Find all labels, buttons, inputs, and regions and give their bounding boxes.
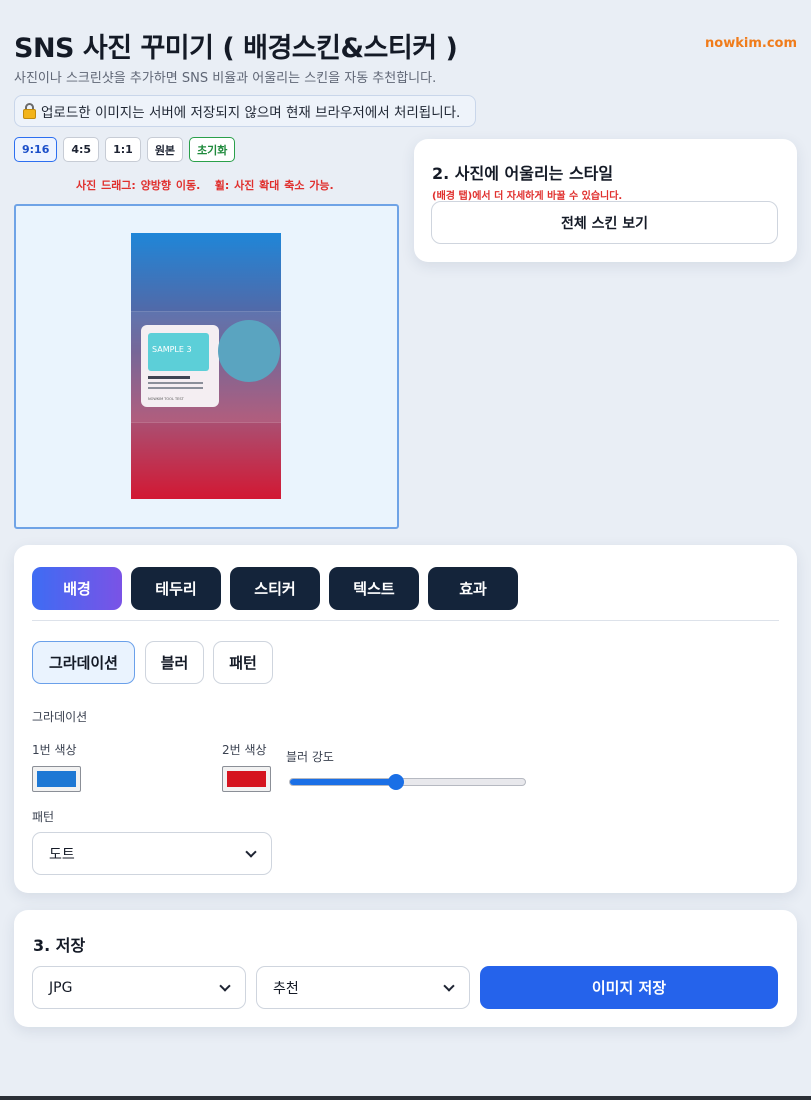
tab-background[interactable]: 배경 [32, 567, 122, 610]
ratio-button-4-5[interactable]: 4:5 [63, 137, 100, 162]
page-subtitle: 사진이나 스크린샷을 추가하면 SNS 비율과 어울리는 스킨을 자동 추천합니… [14, 71, 437, 86]
color2-label: 2번 색상 [222, 743, 267, 757]
chevron-down-icon [245, 845, 257, 858]
ratio-button-original[interactable]: 원본 [146, 137, 184, 162]
style-panel-heading: 2. 사진에 어울리는 스타일 [432, 164, 614, 183]
chevron-down-icon [443, 979, 455, 992]
ratio-button-1-1[interactable]: 1:1 [105, 137, 141, 162]
circle-sticker[interactable] [218, 320, 280, 382]
style-panel: 2. 사진에 어울리는 스타일 (배경 탭)에서 더 자세하게 바꿀 수 있습니… [414, 139, 797, 262]
bottom-divider [0, 1096, 811, 1100]
color1-picker[interactable] [32, 766, 81, 792]
tab-border[interactable]: 테두리 [131, 567, 221, 610]
save-panel: 3. 저장 JPG 추천 이미지 저장 [14, 910, 797, 1027]
size-select[interactable]: 추천 [256, 966, 470, 1009]
editor-panel: 배경 테두리 스티커 텍스트 효과 그라데이션 블러 패턴 그라데이션 1번 색… [14, 545, 797, 893]
canvas-hint: 사진 드래그: 양방향 이동. 휠: 사진 확대 축소 가능. [76, 179, 334, 192]
blur-label: 블러 강도 [286, 750, 334, 764]
tab-divider [32, 620, 779, 621]
brand-link[interactable]: nowkim.com [705, 36, 797, 51]
blur-slider-thumb[interactable] [387, 774, 404, 790]
blur-slider-track[interactable] [289, 778, 526, 786]
save-heading: 3. 저장 [33, 936, 86, 955]
pattern-select[interactable]: 도트 [32, 832, 272, 875]
blur-slider-fill [290, 779, 396, 785]
privacy-notice: 업로드한 이미지는 서버에 저장되지 않으며 현재 브라우저에서 처리됩니다. [14, 95, 476, 127]
sticker-line [148, 382, 203, 384]
tab-sticker[interactable]: 스티커 [230, 567, 320, 610]
save-image-button[interactable]: 이미지 저장 [480, 966, 778, 1009]
subtab-blur[interactable]: 블러 [145, 641, 204, 684]
pattern-label: 패턴 [32, 810, 55, 824]
sticker-line [148, 376, 190, 379]
ratio-buttons: 9:16 4:5 1:1 원본 초기화 [14, 137, 236, 162]
sticker-footer: NOWKIM TOOL TEST [148, 397, 184, 401]
sticker-line [148, 387, 203, 389]
lock-icon [23, 103, 36, 119]
size-select-value: 추천 [273, 980, 299, 997]
sticker-card[interactable]: SAMPLE 3 NOWKIM TOOL TEST [141, 325, 219, 407]
tab-effect[interactable]: 효과 [428, 567, 518, 610]
page-title: SNS 사진 꾸미기 ( 배경스킨&스티커 ) [14, 33, 458, 64]
photo-preview[interactable]: SAMPLE 3 NOWKIM TOOL TEST [131, 233, 281, 499]
color2-picker[interactable] [222, 766, 271, 792]
sticker-sample-label: SAMPLE 3 [148, 333, 209, 371]
format-select-value: JPG [49, 979, 73, 996]
chevron-down-icon [219, 979, 231, 992]
privacy-notice-text: 업로드한 이미지는 서버에 저장되지 않으며 현재 브라우저에서 처리됩니다. [41, 105, 461, 121]
tab-text[interactable]: 텍스트 [329, 567, 419, 610]
subtab-pattern[interactable]: 패턴 [213, 641, 273, 684]
subtab-gradient[interactable]: 그라데이션 [32, 641, 135, 684]
view-all-skins-button[interactable]: 전체 스킨 보기 [431, 201, 778, 244]
ratio-button-9-16[interactable]: 9:16 [14, 137, 58, 162]
color2-swatch [227, 771, 266, 787]
gradient-section-label: 그라데이션 [32, 710, 88, 724]
reset-button[interactable]: 초기화 [189, 137, 236, 162]
style-panel-note: (배경 탭)에서 더 자세하게 바꿀 수 있습니다. [432, 191, 623, 202]
color1-swatch [37, 771, 76, 787]
pattern-select-value: 도트 [49, 846, 75, 863]
color1-label: 1번 색상 [32, 743, 77, 757]
format-select[interactable]: JPG [32, 966, 246, 1009]
